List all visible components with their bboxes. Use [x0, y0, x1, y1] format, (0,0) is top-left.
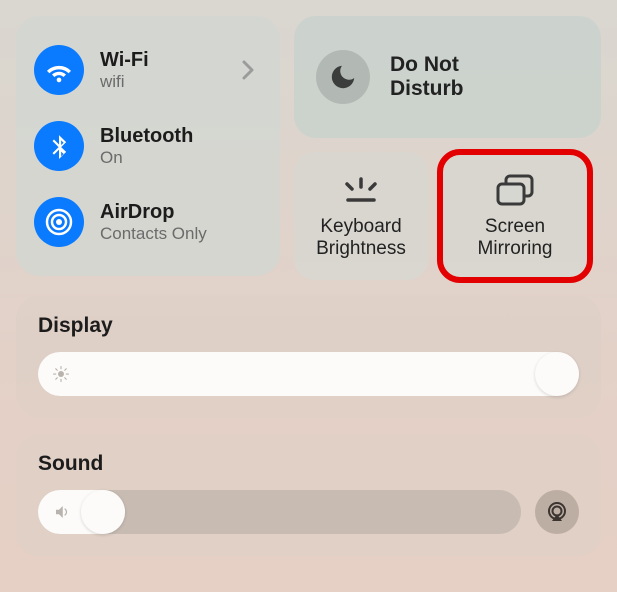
airdrop-title: AirDrop — [100, 201, 262, 224]
keyboard-brightness-button[interactable]: Keyboard Brightness — [294, 152, 428, 280]
speaker-icon — [52, 503, 72, 521]
bluetooth-text: Bluetooth On — [100, 125, 262, 168]
sound-slider-knob[interactable] — [81, 490, 125, 534]
mini-row: Keyboard Brightness Screen Mirroring — [294, 152, 601, 280]
dnd-line2: Disturb — [390, 77, 464, 100]
display-slider[interactable] — [38, 352, 579, 396]
airdrop-row[interactable]: AirDrop Contacts Only — [26, 186, 270, 258]
wifi-text: Wi-Fi wifi — [100, 49, 242, 92]
wifi-icon — [34, 45, 84, 95]
do-not-disturb-button[interactable]: Do Not Disturb — [294, 16, 601, 138]
right-stack: Do Not Disturb Keyboard Brightness — [294, 16, 601, 280]
chevron-right-icon[interactable] — [242, 60, 262, 80]
screen-mirroring-label: Screen Mirroring — [478, 216, 553, 260]
sound-slider[interactable] — [38, 490, 521, 534]
airplay-audio-button[interactable] — [535, 490, 579, 534]
do-not-disturb-label: Do Not Disturb — [390, 53, 464, 101]
screen-mirroring-button[interactable]: Screen Mirroring — [440, 152, 590, 280]
moon-icon — [316, 50, 370, 104]
airplay-icon — [545, 500, 569, 524]
screen-mirroring-icon — [493, 168, 537, 212]
top-row: Wi-Fi wifi Bluetooth On — [16, 16, 601, 280]
airdrop-icon — [34, 197, 84, 247]
keyboard-brightness-icon — [338, 168, 384, 212]
display-slider-knob[interactable] — [535, 352, 579, 396]
bluetooth-icon — [34, 121, 84, 171]
dnd-line1: Do Not — [390, 53, 459, 76]
connectivity-card: Wi-Fi wifi Bluetooth On — [16, 16, 280, 276]
wifi-row[interactable]: Wi-Fi wifi — [26, 34, 270, 106]
wifi-title: Wi-Fi — [100, 49, 242, 72]
sound-card: Sound — [16, 434, 601, 556]
airdrop-sub: Contacts Only — [100, 224, 262, 244]
bluetooth-title: Bluetooth — [100, 125, 262, 148]
airdrop-text: AirDrop Contacts Only — [100, 201, 262, 244]
bluetooth-row[interactable]: Bluetooth On — [26, 110, 270, 182]
sound-title: Sound — [38, 452, 579, 476]
display-slider-fill — [38, 352, 579, 396]
wifi-sub: wifi — [100, 72, 242, 92]
display-card: Display — [16, 296, 601, 418]
sound-slider-row — [38, 490, 579, 534]
bluetooth-sub: On — [100, 148, 262, 168]
keyboard-brightness-label: Keyboard Brightness — [316, 216, 406, 260]
control-center-panel: Wi-Fi wifi Bluetooth On — [0, 0, 617, 592]
display-title: Display — [38, 314, 579, 338]
sun-icon — [52, 365, 70, 383]
